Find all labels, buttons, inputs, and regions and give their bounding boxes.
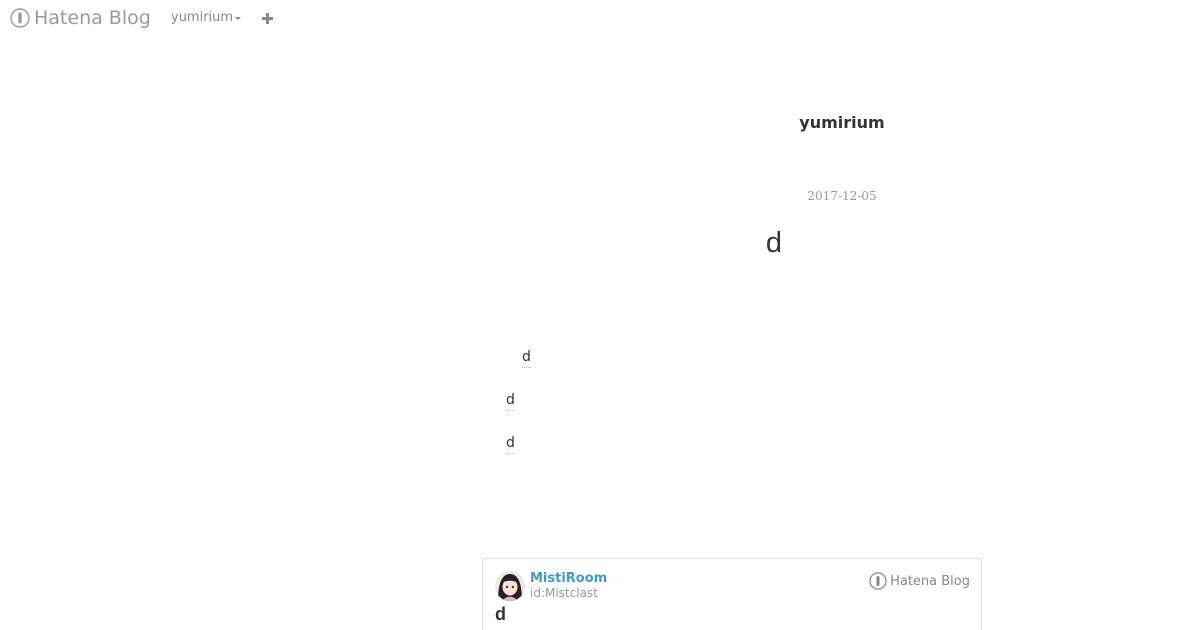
hatena-logo-icon <box>10 8 30 28</box>
hatena-logo-icon <box>869 572 887 590</box>
card-logo-text: Hatena Blog <box>890 573 970 589</box>
entry-title[interactable]: d <box>700 227 848 260</box>
entry-link[interactable]: d <box>506 391 515 411</box>
hatena-blog-logo[interactable]: Hatena Blog <box>10 6 151 30</box>
blog-title[interactable]: yumirium <box>742 113 942 132</box>
card-hatena-blog-logo[interactable]: Hatena Blog <box>869 572 970 590</box>
avatar-image <box>495 571 525 601</box>
global-header: Hatena Blog yumirium <box>0 0 1200 36</box>
author-name[interactable]: MistiRoom <box>530 571 607 586</box>
caret-down-icon <box>235 16 242 20</box>
entry-link[interactable]: d <box>522 348 531 368</box>
user-menu-dropdown[interactable]: yumirium <box>171 10 242 25</box>
card-entry-title[interactable]: d <box>495 604 506 625</box>
author-id: id:Mistclast <box>530 586 598 600</box>
entry-date[interactable]: 2017-12-05 <box>760 189 924 203</box>
author-avatar[interactable] <box>495 571 525 601</box>
logo-text: Hatena Blog <box>34 7 151 29</box>
blog-embed-card[interactable]: MistiRoom id:Mistclast Hatena Blog d <box>482 558 982 630</box>
user-menu-label: yumirium <box>171 10 234 25</box>
page: Hatena Blog yumirium yumirium 2017-12-05… <box>0 0 1200 630</box>
add-entry-button[interactable] <box>258 8 276 28</box>
entry-link[interactable]: d <box>506 434 515 454</box>
plus-icon <box>261 12 273 24</box>
